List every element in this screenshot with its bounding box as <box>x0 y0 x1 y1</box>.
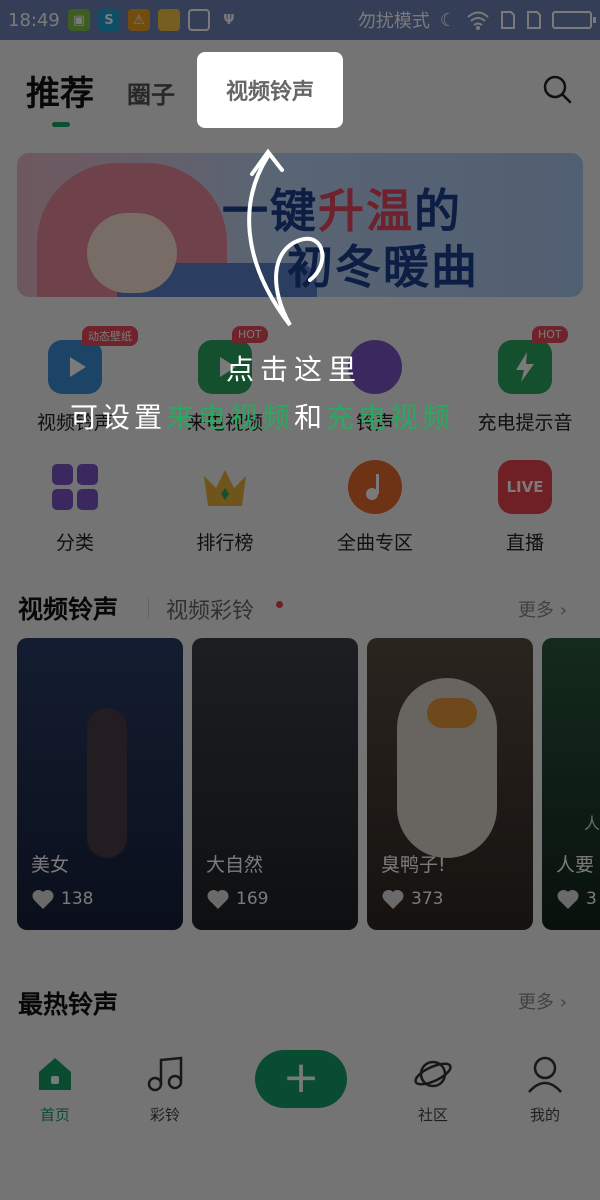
card-title: 人要 <box>556 854 595 876</box>
nav-community[interactable]: 社区 <box>393 1054 473 1125</box>
section-subtitle-video-crbt[interactable]: 视频彩铃 <box>166 593 254 625</box>
card-title: 大自然 <box>206 854 264 876</box>
tab-active-indicator <box>52 122 70 127</box>
crown-icon <box>198 460 252 514</box>
status-time: 18:49 <box>8 9 60 31</box>
feature-label: 排行榜 <box>196 532 254 554</box>
feature-badge: HOT <box>532 326 568 343</box>
heart-icon <box>207 889 229 909</box>
card-likes: 373 <box>381 888 443 910</box>
guide-text-highlight: 来电视频 <box>166 401 295 434</box>
planet-icon <box>414 1060 452 1088</box>
folder-icon <box>157 9 180 31</box>
guide-arrow-icon <box>247 148 325 327</box>
feature-badge: 动态壁纸 <box>82 326 138 346</box>
usb-icon: Ψ <box>223 12 235 28</box>
card-title: 美女 <box>31 854 70 876</box>
heart-icon <box>32 889 54 909</box>
divider <box>148 598 149 618</box>
tab-recommend[interactable]: 推荐 <box>26 66 94 115</box>
feature-label: 全曲专区 <box>336 532 413 554</box>
app-page: 18:49 ▣ S ⚠ Ψ 勿扰模式 ☾ 推荐 圈子 视频铃声 一键升温的 初冬… <box>0 0 600 1200</box>
live-icon: LIVE <box>498 460 552 514</box>
nav-label: 我的 <box>529 1106 560 1124</box>
like-count: 373 <box>411 889 444 909</box>
more-link-hot[interactable]: 更多 › <box>518 988 567 1014</box>
moon-icon: ☾ <box>439 9 456 31</box>
charge-icon: HOT <box>498 326 568 394</box>
feature-live[interactable]: LIVE 直播 <box>450 460 600 555</box>
new-dot <box>276 601 283 608</box>
card-likes: 169 <box>206 888 268 910</box>
card-title: 臭鸭子! <box>381 854 446 876</box>
like-count: 169 <box>236 889 269 909</box>
heart-icon <box>382 889 404 909</box>
heart-icon <box>557 889 579 909</box>
banner-face <box>87 213 177 293</box>
battery-icon <box>552 11 596 29</box>
like-count: 138 <box>61 889 94 909</box>
video-card[interactable]: 美女 138 <box>17 638 183 930</box>
add-button[interactable]: + <box>255 1050 347 1108</box>
bottom-nav: 首页 彩铃 + 社区 我的 <box>0 1040 600 1130</box>
feature-rankings[interactable]: 排行榜 <box>150 460 300 555</box>
app-icon: ▣ <box>67 9 90 31</box>
card-thumbnail-detail <box>427 698 477 728</box>
warning-icon: ⚠ <box>127 9 150 31</box>
guide-text-highlight: 充电视频 <box>326 401 455 434</box>
feature-label: 充电提示音 <box>477 412 573 434</box>
sim-icon <box>501 11 515 29</box>
section-title-video: 视频铃声 <box>18 595 119 624</box>
dnd-label: 勿扰模式 <box>357 11 430 32</box>
nav-label: 社区 <box>417 1106 448 1124</box>
nav-profile[interactable]: 我的 <box>505 1054 585 1125</box>
guide-text-line2: 可设置来电视频和充电视频 <box>70 396 454 436</box>
card-overlay-text: 人 <box>584 814 600 833</box>
sim-icon <box>527 11 541 29</box>
more-link-video[interactable]: 更多 › <box>518 596 567 622</box>
guide-text-line1: 点击这里 <box>226 353 363 386</box>
video-card[interactable]: 人 人要 3 <box>542 638 600 930</box>
video-icon: 动态壁纸 <box>48 326 138 394</box>
nav-label: 首页 <box>39 1106 70 1124</box>
music-note-icon <box>147 1056 183 1092</box>
card-likes: 138 <box>31 888 93 910</box>
feature-charging-sound[interactable]: HOT 充电提示音 <box>450 326 600 435</box>
wifi-icon <box>467 11 489 30</box>
status-bar: 18:49 ▣ S ⚠ Ψ 勿扰模式 ☾ <box>0 0 600 40</box>
home-icon <box>39 1058 71 1090</box>
section-title-hot: 最热铃声 <box>18 990 119 1019</box>
card-thumbnail <box>87 708 127 858</box>
card-likes: 3 <box>556 888 597 910</box>
category-icon <box>48 460 102 514</box>
profile-icon <box>528 1056 562 1093</box>
banner-text: 的 <box>414 184 462 238</box>
search-icon[interactable] <box>542 74 572 104</box>
guide-spotlight[interactable]: 视频铃声 <box>197 52 343 128</box>
video-card[interactable]: 大自然 169 <box>192 638 358 930</box>
feature-label: 分类 <box>55 532 94 554</box>
guide-text: 可设置 <box>70 401 167 434</box>
cleaner-icon <box>187 9 210 31</box>
nav-label: 彩铃 <box>149 1106 180 1124</box>
guide-text: 和 <box>294 401 327 434</box>
nav-crbt[interactable]: 彩铃 <box>125 1054 205 1125</box>
video-card[interactable]: 臭鸭子! 373 <box>367 638 533 930</box>
like-count: 3 <box>586 889 597 909</box>
feature-label: 直播 <box>505 532 544 554</box>
app-icon: S <box>97 9 120 31</box>
music-disc-icon <box>348 460 402 514</box>
feature-full-songs[interactable]: 全曲专区 <box>300 460 450 555</box>
feature-category[interactable]: 分类 <box>0 460 150 555</box>
tab-circle[interactable]: 圈子 <box>127 75 175 110</box>
nav-home[interactable]: 首页 <box>15 1054 95 1125</box>
